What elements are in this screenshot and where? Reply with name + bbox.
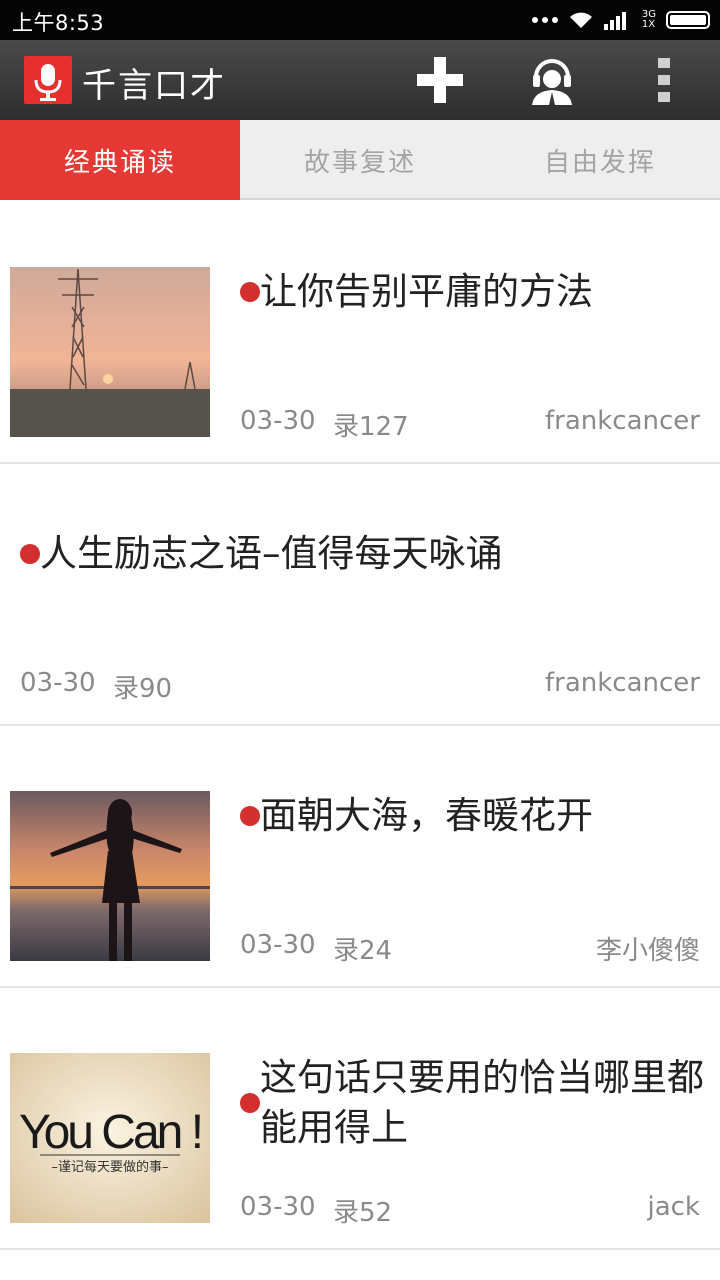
item-title: 让你告别平庸的方法 — [260, 270, 593, 313]
tab-classic-reading[interactable]: 经典诵读 — [0, 120, 240, 200]
recording-list: 让你告别平庸的方法 03-30 录127 frankcancer 人生励志之语–… — [0, 202, 720, 1250]
status-bar: 上午8:53 3G 1X — [0, 0, 720, 40]
add-icon — [417, 57, 463, 103]
svg-text:You Can !: You Can ! — [19, 1106, 201, 1159]
woman-at-sunset-beach-thumbnail — [10, 791, 210, 961]
customer-service-button[interactable] — [522, 50, 582, 110]
you-can-poster-thumbnail: You Can ! –谨记每天要做的事– — [10, 1053, 210, 1223]
item-title: 面朝大海，春暖花开 — [260, 794, 593, 837]
item-record-count: 录52 — [333, 1198, 393, 1228]
tab-free-speech[interactable]: 自由发挥 — [480, 120, 720, 200]
tab-story-retelling[interactable]: 故事复述 — [240, 120, 480, 200]
item-title: 这句话只要用的恰当哪里都能用得上 — [260, 1056, 704, 1149]
sunset-power-tower-thumbnail — [10, 267, 210, 437]
list-item[interactable]: You Can ! –谨记每天要做的事– 这句话只要用的恰当哪里都能用得上 03… — [0, 988, 720, 1250]
more-dots-icon — [531, 17, 558, 23]
app-title: 千言口才 — [82, 66, 226, 106]
item-record-count: 录127 — [333, 412, 409, 442]
microphone-icon — [24, 56, 72, 104]
signal-icon — [603, 12, 626, 30]
list-item[interactable]: 人生励志之语–值得每天咏诵 03-30 录90 frankcancer — [0, 464, 720, 726]
status-icons: 3G 1X — [531, 8, 710, 32]
category-tabs: 经典诵读 故事复述 自由发挥 — [0, 120, 720, 200]
unread-dot — [240, 282, 260, 302]
item-record-count: 录90 — [113, 674, 173, 704]
item-author[interactable]: 李小傻傻 — [596, 930, 700, 967]
item-author[interactable]: frankcancer — [545, 668, 700, 698]
unread-dot — [240, 1093, 260, 1113]
item-date: 03-30 — [20, 668, 96, 698]
network-type-label: 3G 1X — [641, 9, 656, 30]
battery-icon — [666, 11, 710, 29]
item-author[interactable]: frankcancer — [545, 406, 700, 436]
item-date: 03-30 — [240, 406, 316, 436]
item-date: 03-30 — [240, 1192, 316, 1222]
add-button[interactable] — [410, 50, 470, 110]
status-time: 上午8:53 — [12, 11, 105, 35]
item-record-count: 录24 — [333, 936, 393, 966]
app-bar: 千言口才 — [0, 40, 720, 120]
unread-dot — [20, 544, 40, 564]
overflow-menu-button[interactable] — [640, 50, 688, 110]
wifi-icon — [569, 12, 592, 28]
customer-service-icon — [532, 59, 572, 105]
list-item[interactable]: 让你告别平庸的方法 03-30 录127 frankcancer — [0, 202, 720, 464]
svg-text:–谨记每天要做的事–: –谨记每天要做的事– — [51, 1159, 168, 1175]
list-item[interactable]: 面朝大海，春暖花开 03-30 录24 李小傻傻 — [0, 726, 720, 988]
unread-dot — [240, 806, 260, 826]
overflow-menu-icon — [658, 58, 670, 102]
item-title: 人生励志之语–值得每天咏诵 — [40, 532, 503, 575]
item-date: 03-30 — [240, 930, 316, 960]
item-author[interactable]: jack — [647, 1192, 700, 1222]
